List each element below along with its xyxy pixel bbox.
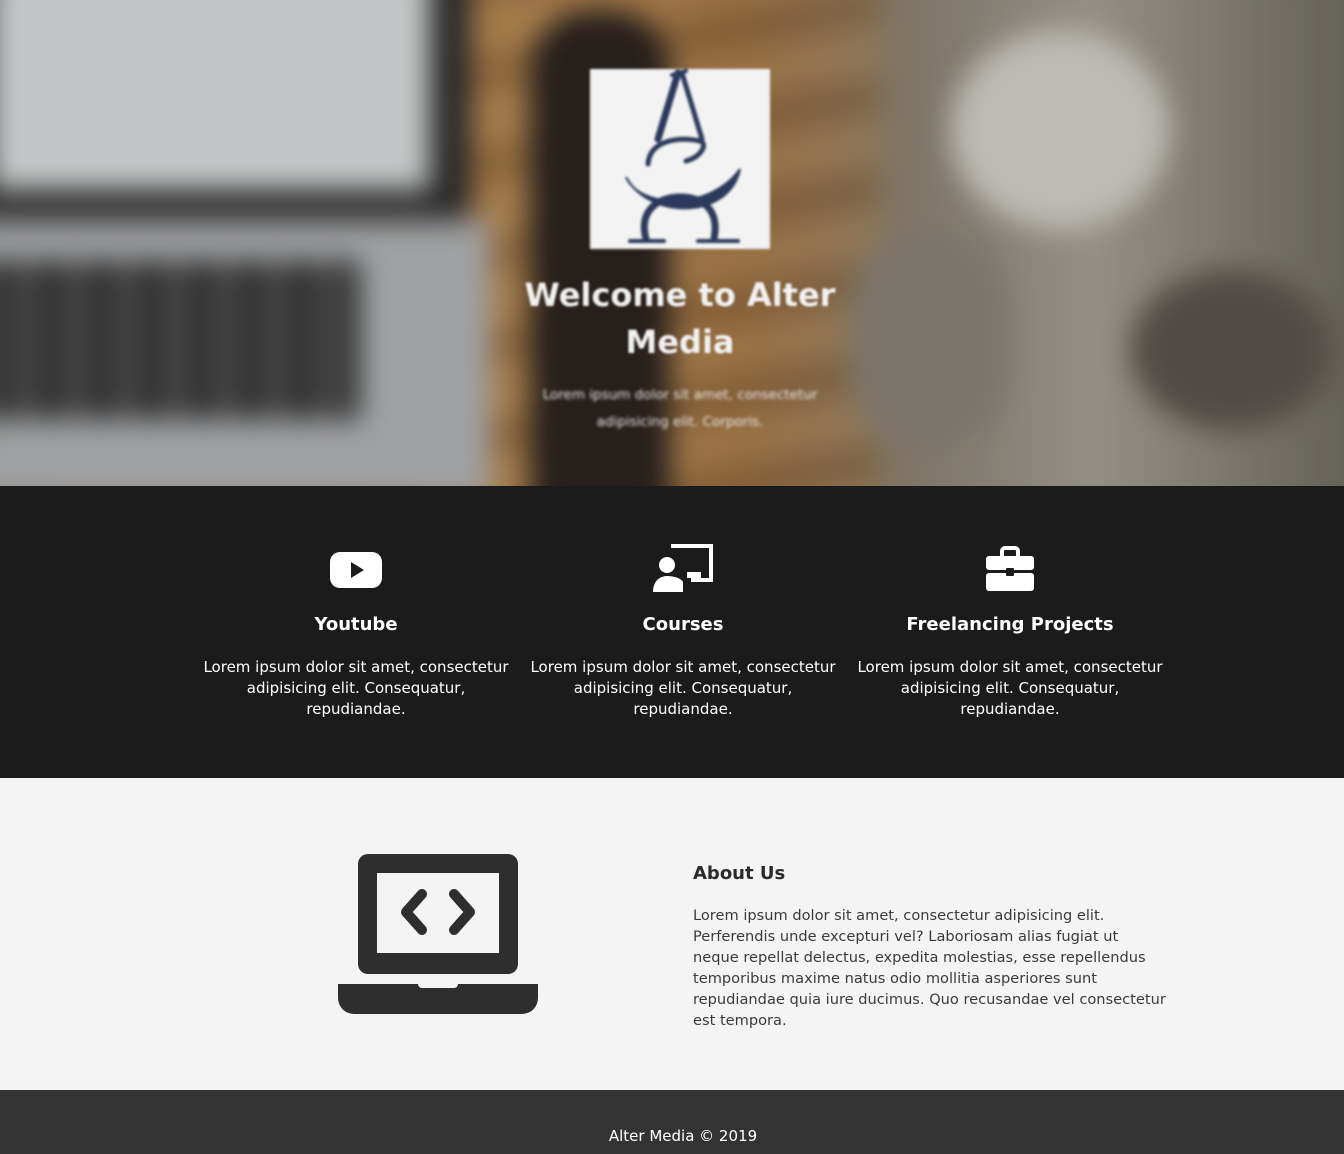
briefcase-icon: [980, 544, 1040, 596]
about-description: Lorem ipsum dolor sit amet, consectetur …: [693, 907, 1166, 1029]
chalkboard-teacher-icon: [653, 544, 713, 596]
service-title: Youtube: [314, 614, 398, 635]
footer-copyright: Alter Media © 2019: [608, 1127, 758, 1145]
service-description: Lorem ipsum dolor sit amet, consectetur …: [857, 658, 1163, 718]
service-title: Freelancing Projects: [906, 614, 1114, 635]
youtube-icon: [326, 544, 386, 596]
service-description: Lorem ipsum dolor sit amet, consectetur …: [530, 658, 836, 718]
service-description: Lorem ipsum dolor sit amet, consectetur …: [203, 658, 509, 718]
logo-a-icon: [625, 69, 741, 243]
hero-section: Welcome to Alter Media Lorem ipsum dolor…: [0, 0, 1344, 486]
alter-media-logo: [590, 69, 770, 249]
service-title: Courses: [642, 614, 724, 635]
about-title: About Us: [693, 863, 786, 884]
hero-subtitle: Lorem ipsum dolor sit amet, consectetur …: [542, 387, 818, 430]
hero-title: Welcome to Alter Media: [524, 276, 836, 361]
laptop-code-icon: [336, 852, 540, 1016]
footer: Alter Media © 2019: [0, 1090, 1344, 1154]
services-section: Youtube Lorem ipsum dolor sit amet, cons…: [0, 486, 1344, 778]
about-section: About Us Lorem ipsum dolor sit amet, con…: [0, 778, 1344, 1090]
